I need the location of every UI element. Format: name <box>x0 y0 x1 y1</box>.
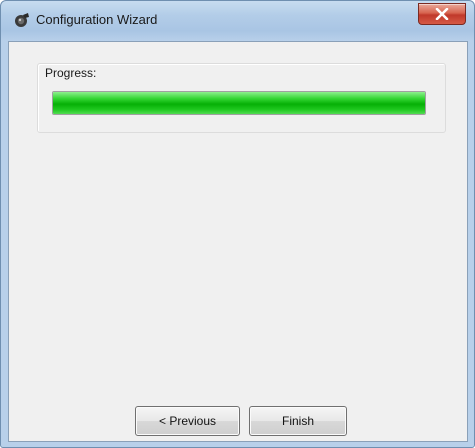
progress-group: Progress: <box>37 63 446 133</box>
configuration-wizard-window: Configuration Wizard Progress: < Previou… <box>0 0 475 448</box>
progress-bar-fill <box>53 92 425 114</box>
finish-button[interactable]: Finish <box>249 406 347 436</box>
window-title: Configuration Wizard <box>36 12 158 27</box>
previous-button[interactable]: < Previous <box>135 406 240 436</box>
progress-bar <box>52 91 426 115</box>
wizard-app-icon <box>13 11 31 29</box>
close-button[interactable] <box>418 3 466 25</box>
wizard-content-area: Progress: < Previous Finish <box>8 41 468 442</box>
title-bar[interactable]: Configuration Wizard <box>1 1 474 41</box>
progress-label: Progress: <box>45 66 97 80</box>
close-icon <box>435 8 449 20</box>
